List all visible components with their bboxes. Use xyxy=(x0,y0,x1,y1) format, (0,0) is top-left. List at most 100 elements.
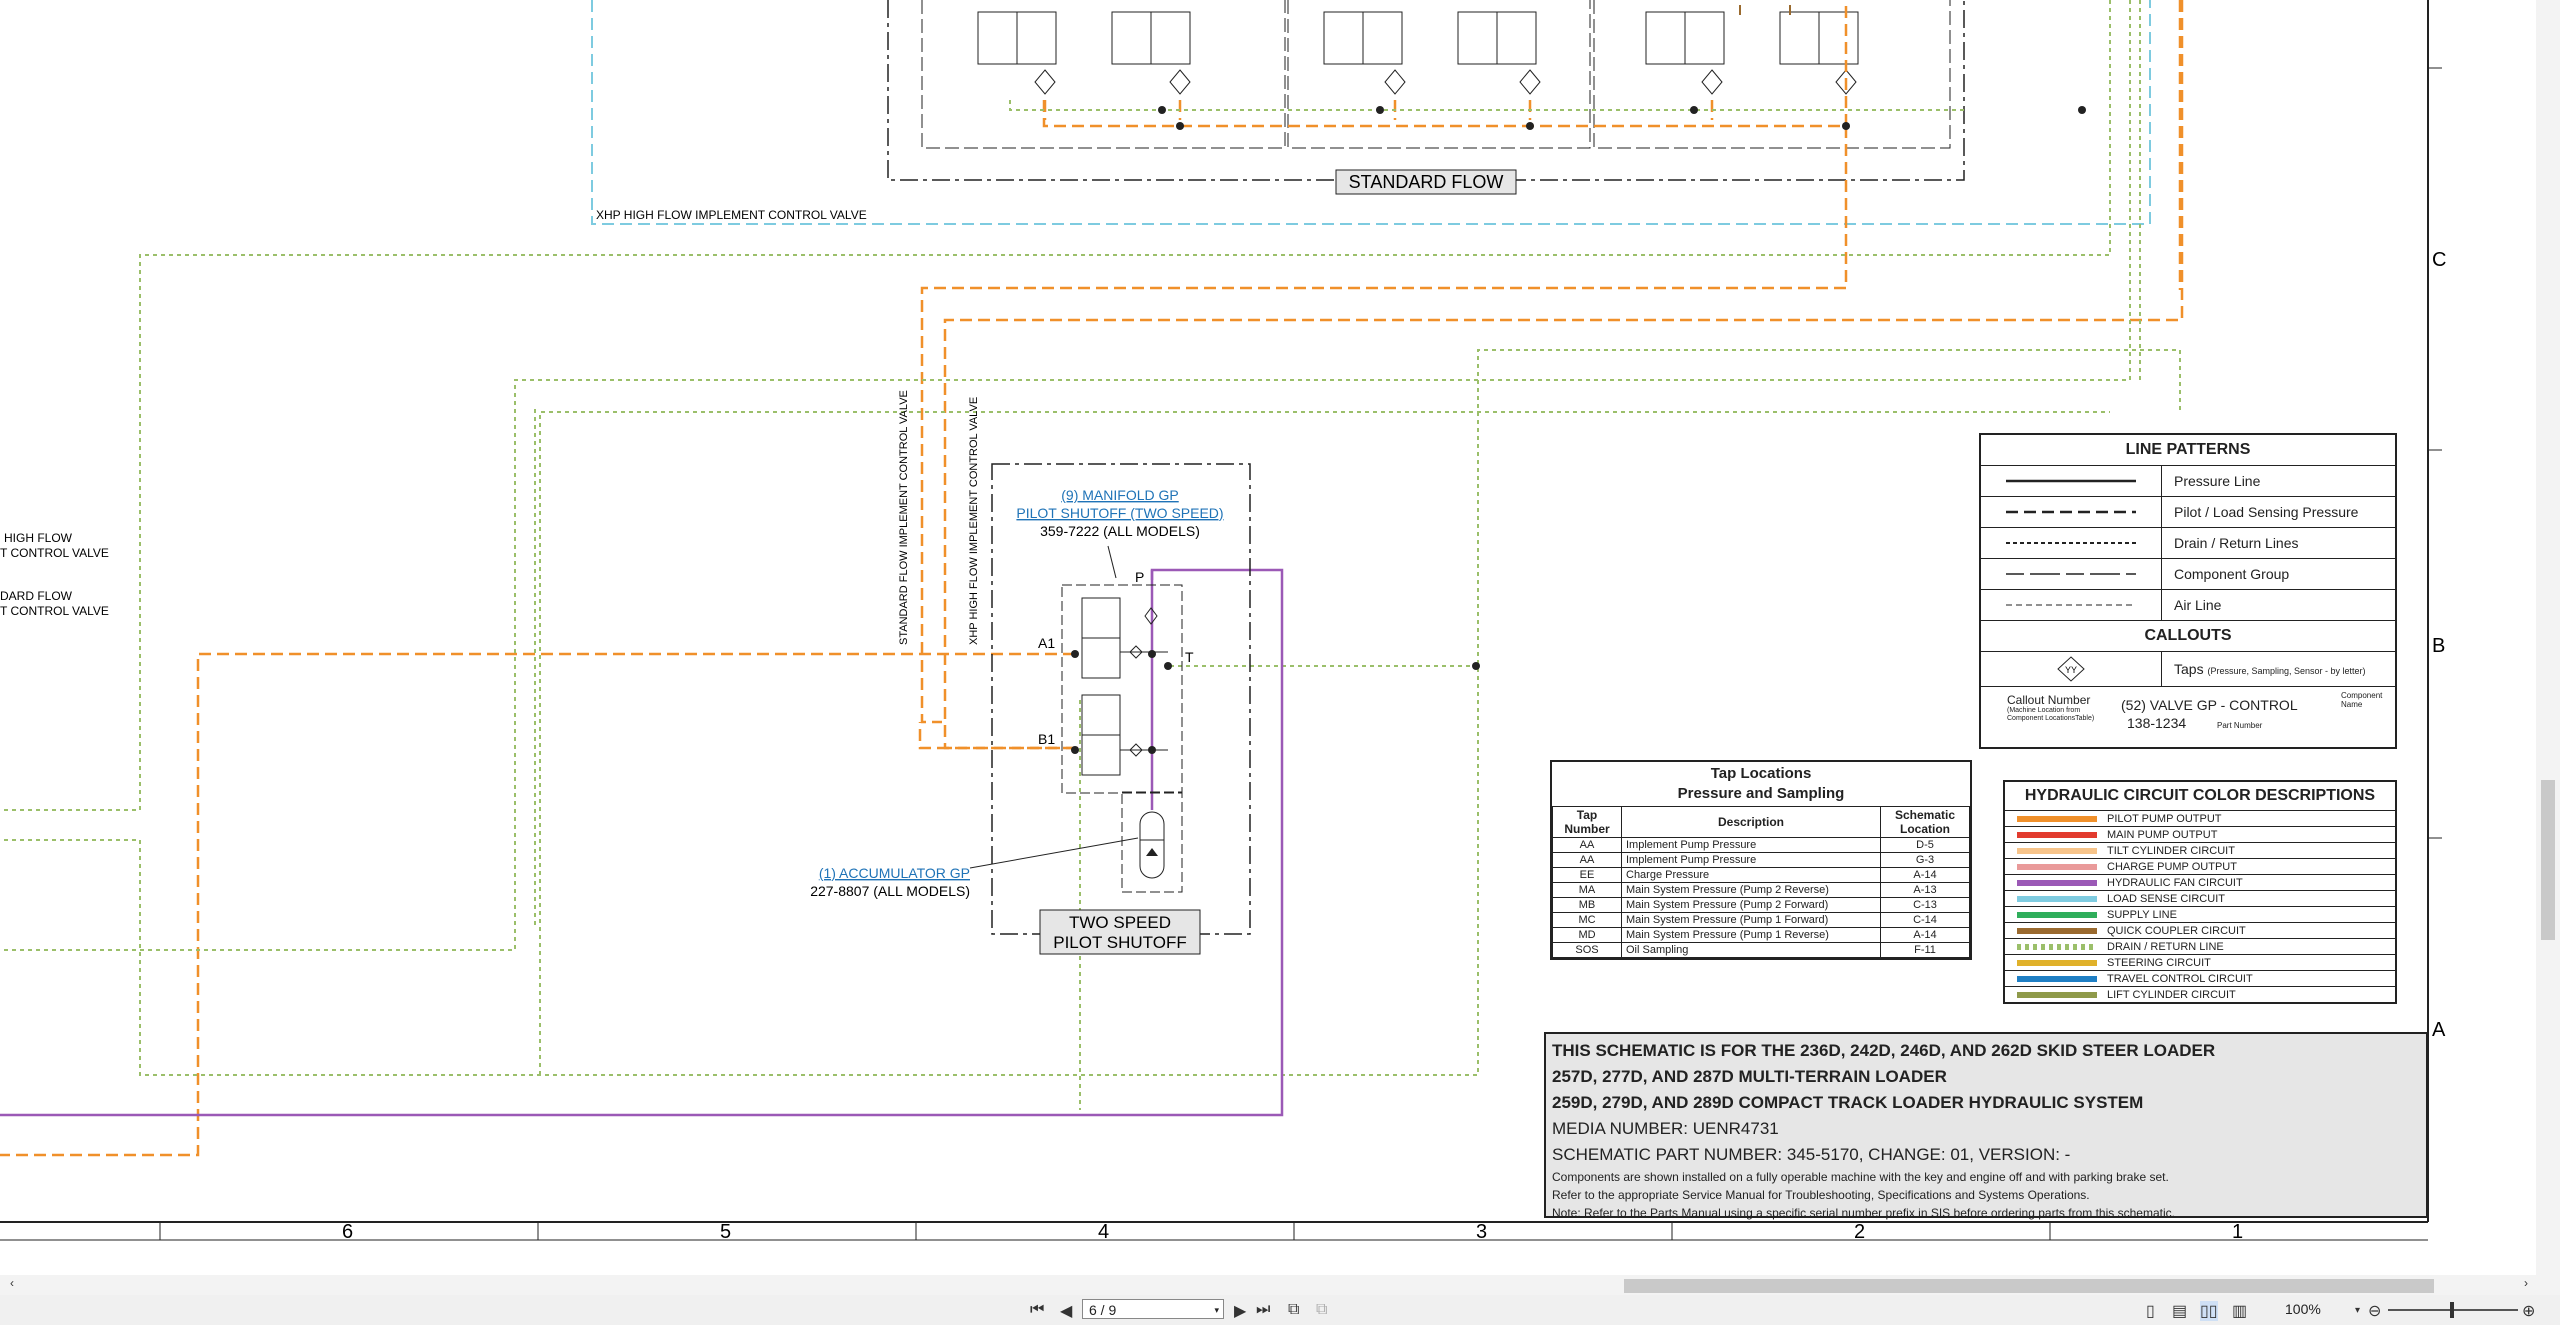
junction-dot xyxy=(2078,106,2086,114)
color-row: LIFT CYLINDER CIRCUIT xyxy=(2005,986,2395,1002)
tap-location-cell: F-11 xyxy=(1880,942,1970,958)
tap-location-cell: A-14 xyxy=(1880,927,1970,943)
two-page-icon[interactable]: ▯▯ xyxy=(2200,1301,2218,1321)
tap-description-cell: Main System Pressure (Pump 1 Forward) xyxy=(1621,912,1881,928)
table-row: MB Main System Pressure (Pump 2 Forward) C… xyxy=(1552,897,1970,913)
tap-number-cell: MD xyxy=(1552,927,1622,943)
single-page-icon[interactable]: ▯ xyxy=(2146,1301,2155,1321)
vertical-scrollbar[interactable] xyxy=(2536,0,2560,1275)
page-number-input[interactable]: 6 / 9 ▾ xyxy=(1082,1299,1224,1319)
callout-example: Callout Number (Machine Location from Co… xyxy=(1981,686,2395,735)
grid-row-c: C xyxy=(2432,249,2446,271)
notes-line-1: THIS SCHEMATIC IS FOR THE 236D, 242D, 24… xyxy=(1552,1041,2216,1060)
legend-component-group: Component Group xyxy=(1981,558,2395,589)
vertical-label-standard-flow: STANDARD FLOW IMPLEMENT CONTROL VALVE xyxy=(898,390,910,645)
color-label: TRAVEL CONTROL CIRCUIT xyxy=(2107,972,2253,985)
color-row: LOAD SENSE CIRCUIT xyxy=(2005,890,2395,906)
color-swatch xyxy=(2017,959,2097,966)
zoom-level[interactable]: 100% xyxy=(2285,1301,2321,1317)
left-label: T CONTROL VALVE xyxy=(0,546,109,560)
manifold-title[interactable]: (9) MANIFOLD GP xyxy=(1061,487,1178,503)
color-swatch xyxy=(2017,863,2097,870)
notes-line-7: Refer to the appropriate Service Manual … xyxy=(1552,1188,2090,1202)
color-swatch xyxy=(2017,847,2097,854)
pilot-lines xyxy=(0,0,2184,1157)
color-row: SUPPLY LINE xyxy=(2005,906,2395,922)
zoom-dropdown-icon[interactable]: ▾ xyxy=(2355,1305,2360,1316)
tap-location-cell: A-13 xyxy=(1880,882,1970,898)
color-swatch xyxy=(2017,911,2097,918)
grid-row-b: B xyxy=(2432,635,2445,657)
first-page-icon[interactable]: ⏮ xyxy=(1030,1301,1044,1319)
grid-col-2: 2 xyxy=(1854,1221,1865,1243)
tap-location-cell: C-13 xyxy=(1880,897,1970,913)
left-label: DARD FLOW xyxy=(0,589,73,603)
chevron-down-icon: ▾ xyxy=(1214,1305,1219,1315)
grid-col-6: 6 xyxy=(342,1221,353,1243)
tap-location-cell: C-14 xyxy=(1880,912,1970,928)
color-label: CHARGE PUMP OUTPUT xyxy=(2107,860,2237,873)
tap-description-cell: Charge Pressure xyxy=(1621,867,1881,883)
quick-coupler-line xyxy=(1739,0,1791,15)
table-row: MA Main System Pressure (Pump 2 Reverse) A… xyxy=(1552,882,1970,898)
tap-number-cell: AA xyxy=(1552,852,1622,868)
scroll-left-icon[interactable]: ‹ xyxy=(10,1276,14,1290)
port-b1: B1 xyxy=(1038,731,1055,747)
color-label: DRAIN / RETURN LINE xyxy=(2107,940,2224,953)
tap-number-cell: MB xyxy=(1552,897,1622,913)
table-row: EE Charge Pressure A-14 xyxy=(1552,867,1970,883)
color-swatch xyxy=(2017,927,2097,934)
notes-line-2: 257D, 277D, AND 287D MULTI-TERRAIN LOADE… xyxy=(1552,1067,1947,1086)
legend-air-line: Air Line xyxy=(1981,589,2395,620)
legend-pilot-line: Pilot / Load Sensing Pressure xyxy=(1981,496,2395,527)
standard-flow-label: STANDARD FLOW xyxy=(1349,172,1504,192)
tap-number-cell: SOS xyxy=(1552,942,1622,958)
scroll-right-icon[interactable]: › xyxy=(2524,1276,2528,1290)
color-row: QUICK COUPLER CIRCUIT xyxy=(2005,922,2395,938)
accumulator-icon xyxy=(1139,811,1165,879)
color-row: STEERING CIRCUIT xyxy=(2005,954,2395,970)
next-page-icon[interactable]: ▶ xyxy=(1234,1301,1246,1321)
legend-pressure-line: Pressure Line xyxy=(1981,465,2395,496)
zoom-slider-handle[interactable] xyxy=(2450,1302,2454,1318)
tap-description-cell: Implement Pump Pressure xyxy=(1621,852,1881,868)
legend-taps: YY Taps (Pressure, Sampling, Sensor - by… xyxy=(1981,651,2395,686)
table-row: AA Implement Pump Pressure G-3 xyxy=(1552,852,1970,868)
hydraulic-fan-line xyxy=(0,568,1284,1117)
zoom-out-icon[interactable]: ⊖ xyxy=(2368,1301,2381,1321)
manifold-part: 359-7222 (ALL MODELS) xyxy=(1040,523,1200,539)
color-swatch xyxy=(2017,943,2097,950)
accumulator-leader xyxy=(969,837,1139,869)
horizontal-scroll-thumb[interactable] xyxy=(1624,1279,2434,1293)
grid-col-4: 4 xyxy=(1098,1221,1109,1243)
zoom-in-icon[interactable]: ⊕ xyxy=(2522,1301,2535,1321)
manifold-subtitle[interactable]: PILOT SHUTOFF (TWO SPEED) xyxy=(1016,505,1223,521)
tap-description-cell: Oil Sampling xyxy=(1621,942,1881,958)
continuous-icon[interactable]: ▤ xyxy=(2172,1301,2187,1321)
table-row: MC Main System Pressure (Pump 1 Forward) C… xyxy=(1552,912,1970,928)
previous-page-icon[interactable]: ◀ xyxy=(1060,1301,1072,1321)
tap-locations-table: Tap Locations Pressure and Sampling Tap … xyxy=(1550,760,1972,960)
color-descriptions-title: HYDRAULIC CIRCUIT COLOR DESCRIPTIONS xyxy=(2024,787,2376,804)
vertical-scroll-thumb[interactable] xyxy=(2541,780,2555,940)
tap-number-cell: EE xyxy=(1552,867,1622,883)
last-page-icon[interactable]: ⏭ xyxy=(1256,1301,1270,1319)
accumulator-part: 227-8807 (ALL MODELS) xyxy=(810,883,970,899)
left-label: T CONTROL VALVE xyxy=(0,604,109,618)
table-row: MD Main System Pressure (Pump 1 Reverse) A… xyxy=(1552,927,1970,943)
svg-text:YY: YY xyxy=(2065,665,2077,675)
notes-line-5: SCHEMATIC PART NUMBER: 345-5170, CHANGE:… xyxy=(1552,1145,2071,1164)
accumulator-title[interactable]: (1) ACCUMULATOR GP xyxy=(819,865,970,881)
next-view-icon[interactable]: ⧉ xyxy=(1316,1301,1327,1319)
color-label: QUICK COUPLER CIRCUIT xyxy=(2107,924,2246,937)
previous-view-icon[interactable]: ⧉ xyxy=(1288,1301,1299,1319)
tap-location-cell: A-14 xyxy=(1880,867,1970,883)
standard-flow-valve-group xyxy=(887,0,1965,181)
color-swatch xyxy=(2017,879,2097,886)
tap-location-cell: D-5 xyxy=(1880,837,1970,853)
two-page-continuous-icon[interactable]: ▥ xyxy=(2232,1301,2247,1321)
line-patterns-title: LINE PATTERNS xyxy=(2125,441,2251,458)
tap-number-cell: AA xyxy=(1552,837,1622,853)
color-swatch xyxy=(2017,991,2097,998)
color-label: MAIN PUMP OUTPUT xyxy=(2107,828,2218,841)
